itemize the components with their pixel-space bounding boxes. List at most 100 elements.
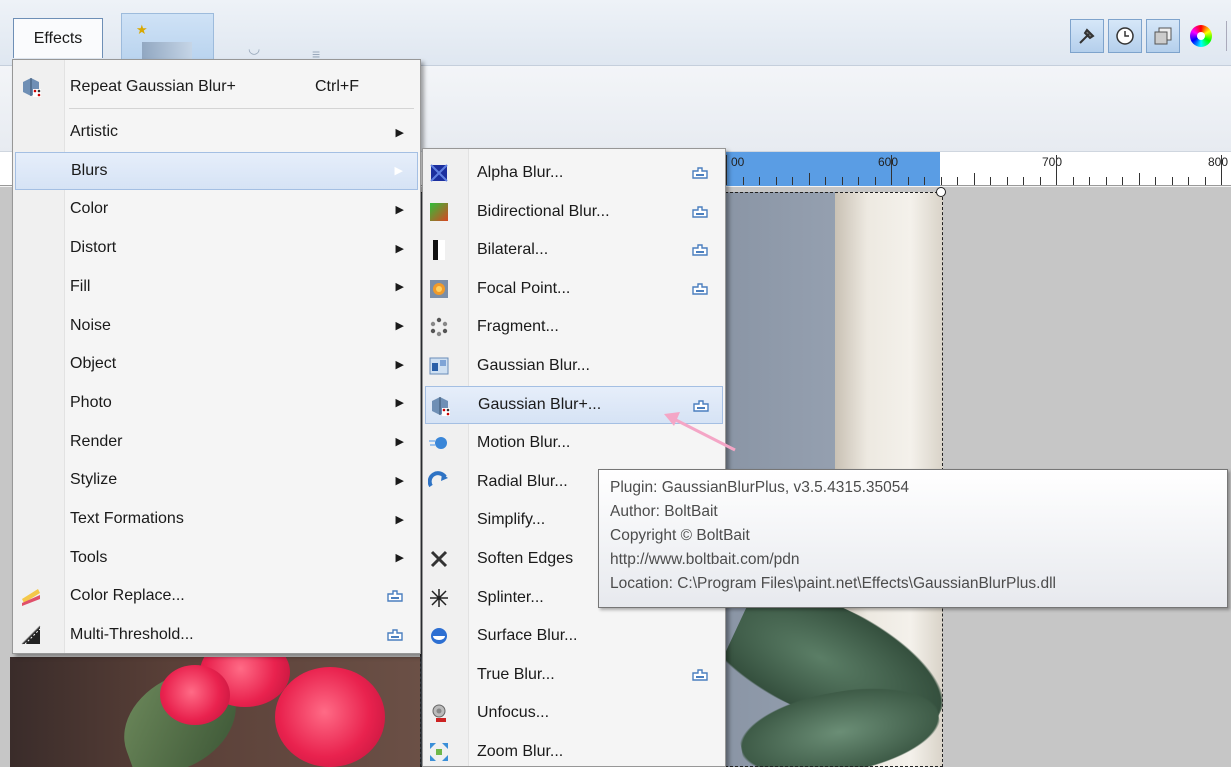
- photo-flower: [275, 667, 385, 767]
- pointer-arrow-annotation: [664, 412, 736, 452]
- ruler-tick: [940, 177, 942, 185]
- menu-item-label: Repeat Gaussian Blur+: [70, 78, 236, 95]
- history-window-icon[interactable]: [1108, 19, 1142, 53]
- blur-item-true-blur[interactable]: True Blur...: [425, 656, 723, 694]
- ruler-tick: [1105, 177, 1107, 185]
- menu-item-text-formations[interactable]: Text Formations ▶: [15, 500, 418, 538]
- gaussian-blur-plus-icon: [429, 395, 451, 417]
- menu-item-label: Stylize: [70, 471, 118, 489]
- menu-item-color[interactable]: Color ▶: [15, 190, 418, 228]
- menu-item-label: Noise: [70, 316, 111, 334]
- layers-window-icon[interactable]: [1146, 19, 1180, 53]
- ruler-tick: [726, 155, 727, 185]
- plugin-icon: [385, 588, 405, 604]
- blur-item-unfocus[interactable]: Unfocus...: [425, 694, 723, 732]
- menu-item-blurs[interactable]: Blurs ▶: [15, 151, 418, 190]
- toolbar-icon-faint[interactable]: ◡: [248, 40, 260, 57]
- submenu-arrow-icon: ▶: [395, 436, 404, 449]
- alpha-blur-icon: [428, 162, 450, 184]
- menu-item-label: Simplify...: [477, 511, 546, 529]
- ruler-tick: [924, 177, 925, 185]
- menu-item-repeat-gaussian-blur-plus[interactable]: Repeat Gaussian Blur+ Ctrl+F: [15, 68, 418, 106]
- menu-item-label: Multi-Threshold...: [70, 626, 194, 644]
- menu-item-label: Text Formations: [70, 510, 184, 527]
- blur-item-surface-blur[interactable]: Surface Blur...: [425, 617, 723, 655]
- effects-menu: Repeat Gaussian Blur+ Ctrl+F Artistic ▶ Bl…: [12, 59, 421, 654]
- menu-item-label: Focal Point...: [477, 279, 571, 297]
- menu-item-distort[interactable]: Distort ▶: [15, 229, 418, 267]
- menu-item-object[interactable]: Object ▶: [15, 345, 418, 383]
- submenu-arrow-icon: ▶: [395, 513, 404, 526]
- menu-item-label: Blurs: [71, 161, 108, 179]
- blur-item-fragment[interactable]: Fragment...: [425, 308, 723, 346]
- menu-item-stylize[interactable]: Stylize ▶: [15, 461, 418, 499]
- tooltip-copyright-line: Copyright © BoltBait: [610, 527, 750, 544]
- menu-item-label: Motion Blur...: [477, 434, 571, 452]
- plugin-icon: [385, 627, 405, 643]
- tools-window-icon[interactable]: [1070, 19, 1104, 53]
- menu-item-label: Tools: [70, 548, 108, 566]
- tooltip-author-line: Author: BoltBait: [610, 503, 718, 520]
- effects-menu-button[interactable]: Effects: [13, 18, 103, 58]
- ruler-tick: [891, 155, 892, 185]
- menu-item-label: Fragment...: [477, 318, 559, 336]
- ruler-tick: [759, 177, 760, 185]
- ruler-tick: [775, 177, 777, 185]
- ruler-label: 00: [731, 155, 745, 169]
- menu-item-label: Surface Blur...: [477, 627, 578, 645]
- menu-item-label: Radial Blur...: [477, 472, 568, 490]
- menu-item-photo[interactable]: Photo ▶: [15, 384, 418, 422]
- ruler-tick: [858, 177, 859, 185]
- ruler-tick: [792, 177, 793, 185]
- tool-window-buttons: [1070, 19, 1231, 59]
- ruler-selection-highlight: [690, 152, 940, 186]
- multi-threshold-icon: [20, 624, 42, 646]
- blur-item-alpha-blur[interactable]: Alpha Blur...: [425, 154, 723, 192]
- ruler-tick: [825, 177, 826, 185]
- ruler-tick: [1138, 173, 1140, 185]
- menu-item-label: Bilateral...: [477, 241, 549, 259]
- menu-item-label: Zoom Blur...: [477, 743, 564, 760]
- ruler-tick: [990, 177, 991, 185]
- blur-item-bidirectional-blur[interactable]: Bidirectional Blur...: [425, 193, 723, 231]
- menu-item-tools[interactable]: Tools ▶: [15, 539, 418, 577]
- fragment-icon: [428, 316, 450, 338]
- thumbnail-preview: [142, 42, 192, 60]
- ruler-tick: [1171, 177, 1173, 185]
- menu-item-color-replace[interactable]: Color Replace...: [15, 577, 418, 615]
- blur-item-gaussian-blur[interactable]: Gaussian Blur...: [425, 347, 723, 385]
- colors-window-icon[interactable]: [1190, 25, 1212, 47]
- menu-item-fill[interactable]: Fill ▶: [15, 268, 418, 306]
- menu-item-render[interactable]: Render ▶: [15, 423, 418, 461]
- submenu-arrow-icon: ▶: [395, 242, 404, 255]
- image-canvas-lower-left: [10, 657, 420, 767]
- menu-item-label: Unfocus...: [477, 704, 550, 722]
- blur-item-bilateral[interactable]: Bilateral...: [425, 231, 723, 269]
- ruler-label: 700: [1042, 155, 1063, 169]
- radial-blur-icon: [427, 471, 450, 493]
- selection-rotate-handle[interactable]: [936, 187, 946, 197]
- ruler-label: 800: [1208, 155, 1229, 169]
- gaussian-blur-plus-icon: [20, 76, 42, 98]
- plugin-icon: [690, 242, 710, 258]
- submenu-arrow-icon: ▶: [395, 126, 404, 139]
- submenu-arrow-icon: ▶: [395, 281, 404, 294]
- ruler-tick: [1188, 177, 1189, 185]
- blur-item-focal-point[interactable]: Focal Point...: [425, 270, 723, 308]
- ruler-label: 600: [878, 155, 899, 169]
- photo-flower: [160, 665, 230, 725]
- ruler-tick: [907, 177, 909, 185]
- soften-edges-icon: [428, 548, 450, 570]
- menu-item-multi-threshold[interactable]: Multi-Threshold...: [15, 616, 418, 654]
- color-replace-icon: [20, 585, 42, 607]
- ruler-tick: [1122, 177, 1123, 185]
- menu-item-label: Splinter...: [477, 588, 544, 606]
- motion-blur-icon: [428, 432, 450, 454]
- submenu-arrow-icon: ▶: [395, 552, 404, 565]
- menu-item-artistic[interactable]: Artistic ▶: [15, 113, 418, 151]
- menu-item-noise[interactable]: Noise ▶: [15, 307, 418, 345]
- menu-separator: [69, 108, 414, 109]
- menu-item-label: Alpha Blur...: [477, 164, 564, 181]
- submenu-arrow-icon: ▶: [395, 320, 404, 332]
- blur-item-zoom-blur[interactable]: Zoom Blur...: [425, 733, 723, 767]
